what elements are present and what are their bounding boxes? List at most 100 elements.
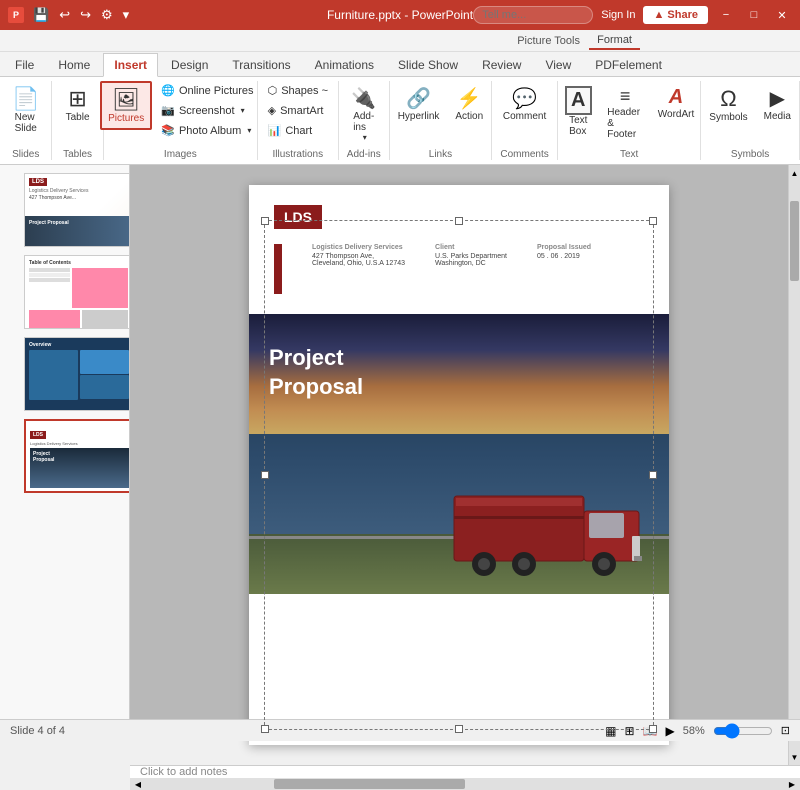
photo-album-button[interactable]: 📚 Photo Album ▾ <box>154 121 260 140</box>
app-icon: P <box>8 7 24 23</box>
tab-file[interactable]: File <box>4 53 45 76</box>
scroll-thumb-v[interactable] <box>790 201 799 281</box>
undo-button[interactable]: ↩ <box>56 5 73 25</box>
comment-button[interactable]: 💬 Comment <box>496 81 553 127</box>
picture-tools-label: Picture Tools <box>517 35 580 47</box>
tab-transitions[interactable]: Transitions <box>221 53 301 76</box>
online-pictures-button[interactable]: 🌐 Online Pictures <box>154 81 260 100</box>
action-button[interactable]: ⚡ Action <box>448 81 490 127</box>
images-sm-group: 🌐 Online Pictures 📷 Screenshot ▾ 📚 Photo… <box>154 81 260 140</box>
hyperlink-button[interactable]: 🔗 Hyperlink <box>391 81 447 127</box>
screenshot-label: Screenshot <box>179 105 235 117</box>
picture-tools-band: Picture Tools Format <box>0 30 800 52</box>
slide-count: Slide 4 of 4 <box>10 725 65 737</box>
tab-insert[interactable]: Insert <box>103 53 158 77</box>
ribbon-group-text: A TextBox ≡ Header& Footer A WordArt Tex… <box>558 81 701 160</box>
close-button[interactable]: ✕ <box>772 5 792 25</box>
minimize-button[interactable]: − <box>716 5 736 25</box>
addins-button[interactable]: 🔌 Add-ins ▾ <box>344 81 384 147</box>
reading-view-button[interactable]: 📖 <box>643 724 658 738</box>
client-info: Client U.S. Parks DepartmentWashington, … <box>435 244 507 267</box>
fit-slide-button[interactable]: ⊡ <box>781 724 790 737</box>
save-button[interactable]: 💾 <box>30 5 52 25</box>
ribbon-group-comments: 💬 Comment Comments <box>492 81 558 160</box>
table-button[interactable]: ⊞ Table <box>58 81 98 128</box>
status-bar: Slide 4 of 4 ▦ ⊞ 📖 ▶ 58% ⊡ <box>0 719 800 741</box>
addins-icon: 🔌 <box>351 86 376 111</box>
media-button[interactable]: ▶ Media <box>757 81 798 127</box>
tell-me-input[interactable] <box>473 6 593 24</box>
slide-thumbnail-3[interactable]: Overview <box>24 337 130 411</box>
textbox-button[interactable]: A TextBox <box>558 81 598 142</box>
textbox-label: TextBox <box>569 115 587 137</box>
zoom-slider[interactable] <box>713 723 773 739</box>
pictures-button[interactable]: 🖼 Pictures <box>100 81 152 130</box>
slide-canvas[interactable]: LDS Logistics Delivery Services 427 Thom… <box>249 185 669 745</box>
slide-thumb-wrapper-1: 1 LDS Logistics Delivery Services 427 Th… <box>6 173 123 247</box>
horizontal-scrollbar[interactable]: ◀ ▶ <box>130 778 800 790</box>
redo-button[interactable]: ↪ <box>77 5 94 25</box>
action-icon: ⚡ <box>457 86 482 111</box>
photo-album-arrow: ▾ <box>247 126 251 135</box>
company-label: Logistics Delivery Services <box>312 244 405 251</box>
wordart-button[interactable]: A WordArt <box>652 81 700 125</box>
normal-view-button[interactable]: ▦ <box>605 724 616 738</box>
text-group-label: Text <box>620 149 638 160</box>
new-slide-button[interactable]: 📄 NewSlide <box>5 81 46 139</box>
slideshow-button[interactable]: ▶ <box>666 724 675 738</box>
photo-album-icon: 📚 <box>161 124 175 137</box>
chart-button[interactable]: 📊 Chart <box>261 121 335 140</box>
smartart-label: SmartArt <box>280 105 323 117</box>
links-group-content: 🔗 Hyperlink ⚡ Action <box>391 81 490 147</box>
slide-sorter-button[interactable]: ⊞ <box>625 724 635 738</box>
header-footer-button[interactable]: ≡ Header& Footer <box>600 81 650 145</box>
tab-slideshow[interactable]: Slide Show <box>387 53 469 76</box>
smartart-button[interactable]: ◈ SmartArt <box>261 101 335 120</box>
scroll-right-button[interactable]: ▶ <box>784 778 800 790</box>
chart-icon: 📊 <box>268 124 282 137</box>
client-name: U.S. Parks DepartmentWashington, DC <box>435 253 507 267</box>
tab-pdfelement[interactable]: PDFelement <box>584 53 673 76</box>
vertical-scrollbar[interactable]: ▲ ▼ <box>788 165 800 765</box>
slide-thumbnail-4[interactable]: LDS Logistics Delivery Services ProjectP… <box>24 419 130 493</box>
symbols-group-label: Symbols <box>731 149 769 160</box>
format-tab[interactable]: Format <box>589 32 640 50</box>
title-bar: P 💾 ↩ ↪ ⚙ ▾ Furniture.pptx - PowerPoint … <box>0 0 800 30</box>
screenshot-icon: 📷 <box>161 104 175 117</box>
maximize-button[interactable]: □ <box>744 5 764 25</box>
symbols-button[interactable]: Ω Symbols <box>702 81 754 128</box>
ribbon-group-tables: ⊞ Table Tables <box>52 81 103 160</box>
tab-home[interactable]: Home <box>47 53 101 76</box>
new-slide-label: NewSlide <box>15 112 37 134</box>
slide-hero-section: Project Proposal <box>249 314 669 594</box>
zoom-level: 58% <box>683 725 705 737</box>
slide-thumbnail-2[interactable]: Table of Contents <box>24 255 130 329</box>
main-slide-area[interactable]: ↻ LDS <box>130 165 788 765</box>
images-group-content: 🖼 Pictures 🌐 Online Pictures 📷 Screensho… <box>100 81 260 147</box>
shapes-button[interactable]: ⬡ Shapes ~ <box>261 81 335 100</box>
screenshot-button[interactable]: 📷 Screenshot ▾ <box>154 101 260 120</box>
dropdown-button[interactable]: ▾ <box>120 5 133 25</box>
settings-button[interactable]: ⚙ <box>98 5 116 25</box>
hero-text: Project Proposal <box>269 344 363 401</box>
share-button[interactable]: ▲ Share <box>643 6 708 24</box>
tab-design[interactable]: Design <box>160 53 219 76</box>
images-group-label: Images <box>164 149 197 160</box>
main-with-scrollbar: ↻ LDS <box>130 165 800 765</box>
main-content: ↻ LDS <box>130 165 800 719</box>
scroll-left-button[interactable]: ◀ <box>130 778 146 790</box>
tab-view[interactable]: View <box>534 53 582 76</box>
sign-in[interactable]: Sign In <box>601 9 635 21</box>
notes-area[interactable]: Click to add notes <box>130 765 800 778</box>
proposal-info: Proposal Issued 05 . 06 . 2019 <box>537 244 591 260</box>
tab-animations[interactable]: Animations <box>304 53 385 76</box>
scroll-thumb-h[interactable] <box>274 779 465 789</box>
hyperlink-icon: 🔗 <box>406 86 431 111</box>
new-slide-icon: 📄 <box>12 86 39 112</box>
scroll-up-button[interactable]: ▲ <box>789 165 800 181</box>
slide-thumbnail-1[interactable]: LDS Logistics Delivery Services 427 Thom… <box>24 173 130 247</box>
scroll-down-button[interactable]: ▼ <box>789 749 800 765</box>
tab-review[interactable]: Review <box>471 53 532 76</box>
comment-icon: 💬 <box>512 86 537 111</box>
header-footer-icon: ≡ <box>620 86 631 107</box>
